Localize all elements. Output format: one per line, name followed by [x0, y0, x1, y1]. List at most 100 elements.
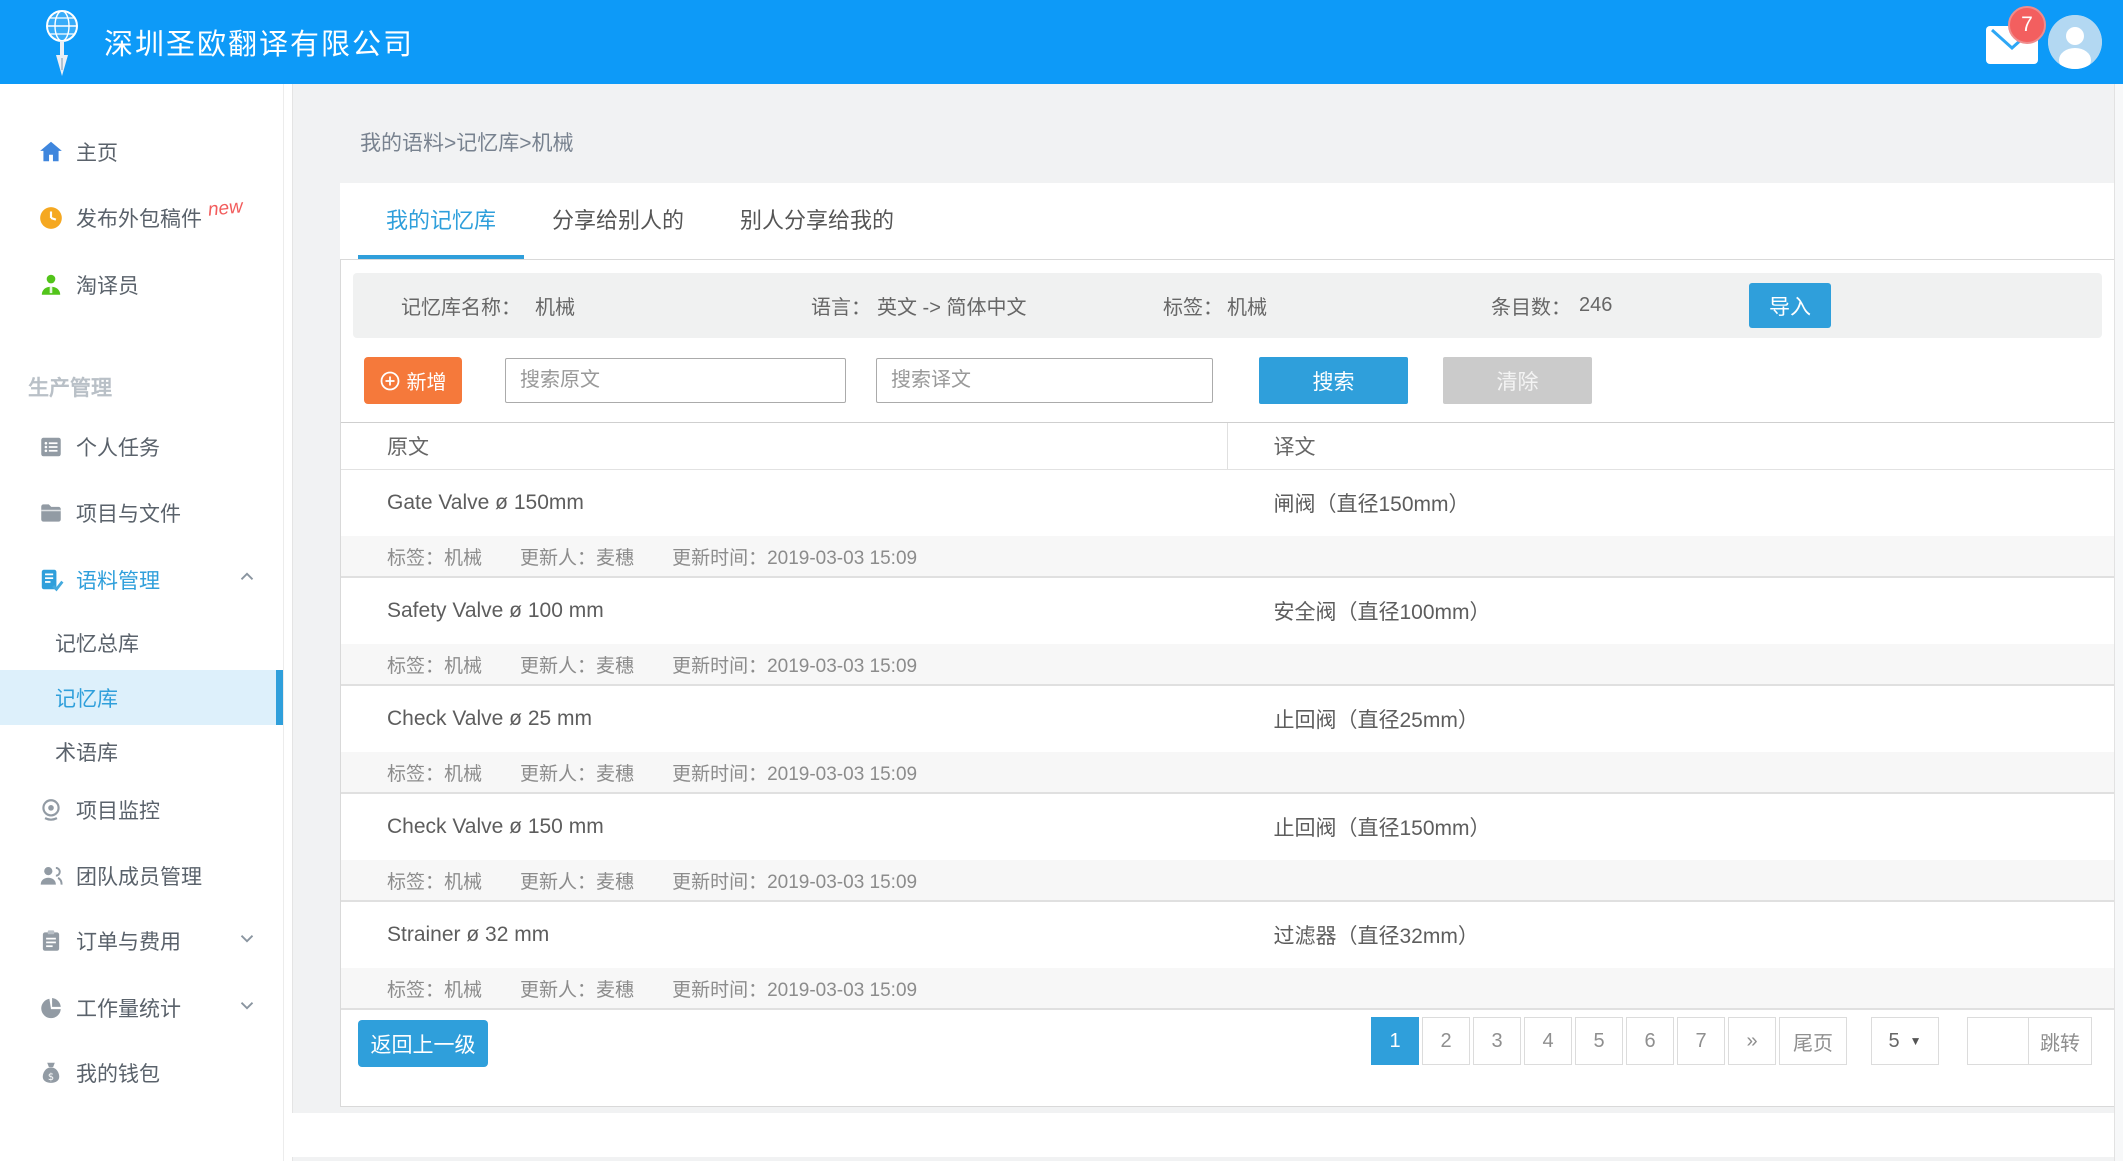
source-text: Gate Valve ø 150mm [341, 491, 1228, 515]
source-text: Safety Valve ø 100 mm [341, 599, 1228, 623]
page-button-7[interactable]: 7 [1677, 1017, 1725, 1065]
sidebar-item-label: 个人任务 [76, 432, 160, 462]
sidebar-item-label: 工作量统计 [76, 993, 181, 1023]
sidebar-item-label: 团队成员管理 [76, 861, 202, 891]
import-button[interactable]: 导入 [1749, 283, 1831, 328]
sidebar-item-team-members[interactable]: 团队成员管理 [0, 843, 283, 909]
sidebar-item-corpus-management[interactable]: 语料管理 [0, 547, 283, 613]
page-button-1[interactable]: 1 [1371, 1017, 1419, 1065]
company-logo-icon [40, 6, 84, 85]
memory-db-card: 记忆库名称：机械 语言：英文 -> 简体中文 标签：机械 条目数：246 导入 … [340, 259, 2115, 1107]
table-row[interactable]: Check Valve ø 150 mm 止回阀（直径150mm） [341, 794, 2114, 860]
jump-group: 跳转 [1967, 1017, 2092, 1065]
row-meta: 标签：机械 更新人：麦穗 更新时间：2019-03-03 15:09 [341, 536, 2114, 578]
svg-text:$: $ [48, 1072, 54, 1083]
table-row[interactable]: Gate Valve ø 150mm 闸阀（直径150mm） [341, 470, 2114, 536]
pie-chart-icon [38, 995, 64, 1021]
page-button-5[interactable]: 5 [1575, 1017, 1623, 1065]
search-source-input[interactable] [505, 358, 846, 403]
add-entry-button[interactable]: 新增 [364, 357, 462, 404]
new-badge: new [207, 196, 244, 222]
tabs-bar: 我的记忆库 分享给别人的 别人分享给我的 [340, 183, 2115, 259]
search-button[interactable]: 搜索 [1259, 357, 1408, 404]
top-header-bar: 深圳圣欧翻译有限公司 7 [0, 0, 2123, 84]
table-header-row: 原文 译文 [341, 422, 2114, 470]
clock-icon [38, 205, 64, 231]
sidebar-item-label: 语料管理 [76, 565, 160, 595]
target-text: 过滤器（直径32mm） [1228, 920, 2115, 950]
plus-circle-icon [380, 371, 400, 391]
sidebar-item-projects-files[interactable]: 项目与文件 [0, 480, 283, 546]
source-text: Strainer ø 32 mm [341, 923, 1228, 947]
sidebar-item-memory-db[interactable]: 记忆库 [0, 670, 283, 725]
sidebar-scrollbar[interactable] [283, 84, 293, 1161]
sidebar-item-orders-fees[interactable]: 订单与费用 [0, 908, 283, 974]
pagination: 1 2 3 4 5 6 7 » 尾页 5 ▼ 跳转 [1368, 1017, 2092, 1065]
sidebar-item-label: 发布外包稿件new [76, 203, 243, 233]
sidebar-item-publish-outsource[interactable]: 发布外包稿件new [0, 185, 283, 251]
sidebar-item-label: 订单与费用 [76, 926, 181, 956]
sidebar-item-workload-stats[interactable]: 工作量统计 [0, 975, 283, 1041]
jump-button[interactable]: 跳转 [2028, 1018, 2091, 1064]
page-button-3[interactable]: 3 [1473, 1017, 1521, 1065]
monitor-camera-icon [38, 797, 64, 823]
sidebar-item-label: 淘译员 [76, 270, 139, 300]
chevron-down-icon [236, 994, 258, 1022]
table-row[interactable]: Check Valve ø 25 mm 止回阀（直径25mm） [341, 686, 2114, 752]
page-button-4[interactable]: 4 [1524, 1017, 1572, 1065]
active-indicator-bar [276, 670, 283, 725]
next-pages-button[interactable]: » [1728, 1017, 1776, 1065]
tab-shared-to-me[interactable]: 别人分享给我的 [712, 183, 922, 259]
entries-table: 原文 译文 Gate Valve ø 150mm 闸阀（直径150mm） 标签：… [341, 422, 2114, 1010]
row-meta: 标签：机械 更新人：麦穗 更新时间：2019-03-03 15:09 [341, 644, 2114, 686]
source-column-header: 原文 [341, 423, 1228, 469]
sidebar-item-personal-tasks[interactable]: 个人任务 [0, 414, 283, 480]
sidebar-item-my-wallet[interactable]: $ 我的钱包 [0, 1040, 283, 1106]
memory-name: 记忆库名称：机械 [401, 273, 575, 338]
tab-shared-by-me[interactable]: 分享给别人的 [524, 183, 712, 259]
team-people-icon [38, 863, 64, 889]
page-scrollbar[interactable] [2114, 84, 2123, 1161]
sidebar-section-production: 生产管理 [28, 372, 112, 402]
sidebar-item-memory-master-db[interactable]: 记忆总库 [0, 617, 283, 669]
folder-icon [38, 500, 64, 526]
source-text: Check Valve ø 25 mm [341, 707, 1228, 731]
breadcrumb: 我的语料>记忆库>机械 [360, 127, 574, 157]
money-bag-icon: $ [38, 1060, 64, 1086]
clear-button[interactable]: 清除 [1443, 357, 1592, 404]
table-row[interactable]: Strainer ø 32 mm 过滤器（直径32mm） [341, 902, 2114, 968]
row-meta: 标签：机械 更新人：麦穗 更新时间：2019-03-03 15:09 [341, 860, 2114, 902]
source-text: Check Valve ø 150 mm [341, 815, 1228, 839]
sidebar-item-label: 术语库 [55, 737, 118, 767]
target-text: 止回阀（直径150mm） [1228, 812, 2115, 842]
app-screen: 深圳圣欧翻译有限公司 7 主页 [0, 0, 2123, 1161]
sidebar-item-label: 我的钱包 [76, 1058, 160, 1088]
sidebar-item-translators[interactable]: 淘译员 [0, 252, 283, 318]
jump-page-input[interactable] [1968, 1018, 2028, 1064]
back-button[interactable]: 返回上一级 [358, 1020, 488, 1067]
mail-unread-badge[interactable]: 7 [2008, 6, 2046, 44]
target-text: 止回阀（直径25mm） [1228, 704, 2115, 734]
task-list-icon [38, 434, 64, 460]
page-button-6[interactable]: 6 [1626, 1017, 1674, 1065]
translator-person-icon [38, 272, 64, 298]
memory-entry-count: 条目数：246 [1491, 273, 1612, 338]
sidebar-item-label: 项目与文件 [76, 498, 181, 528]
sidebar-nav: 主页 发布外包稿件new 淘译员 生产管理 个人任务 项目与文件 [0, 84, 283, 1161]
sidebar-item-project-monitoring[interactable]: 项目监控 [0, 777, 283, 843]
corpus-document-icon [38, 567, 64, 593]
sidebar-item-home[interactable]: 主页 [0, 119, 283, 185]
page-size-select[interactable]: 5 ▼ [1871, 1017, 1939, 1065]
search-target-input[interactable] [876, 358, 1213, 403]
sidebar-item-term-db[interactable]: 术语库 [0, 726, 283, 778]
page-button-2[interactable]: 2 [1422, 1017, 1470, 1065]
home-icon [38, 139, 64, 165]
table-row[interactable]: Safety Valve ø 100 mm 安全阀（直径100mm） [341, 578, 2114, 644]
user-avatar[interactable] [2048, 15, 2102, 69]
tab-my-memory-db[interactable]: 我的记忆库 [358, 183, 524, 259]
clipboard-icon [38, 928, 64, 954]
last-page-button[interactable]: 尾页 [1779, 1017, 1847, 1065]
sidebar-item-label: 主页 [76, 137, 118, 167]
memory-info-bar: 记忆库名称：机械 语言：英文 -> 简体中文 标签：机械 条目数：246 导入 [353, 273, 2102, 338]
row-meta: 标签：机械 更新人：麦穗 更新时间：2019-03-03 15:09 [341, 752, 2114, 794]
